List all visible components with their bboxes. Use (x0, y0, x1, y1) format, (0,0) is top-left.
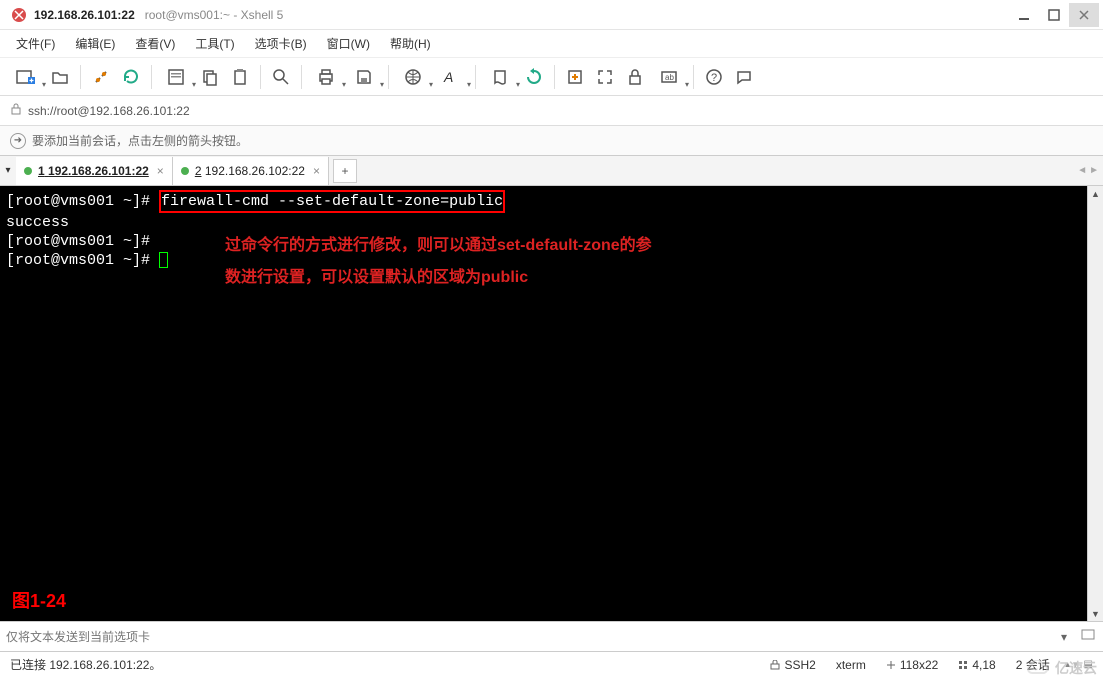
script-button[interactable]: ▾ (482, 63, 518, 91)
toolbar: ▾ ▾ ▾ ▾ ▾ A▾ ▾ ab▾ ? (0, 58, 1103, 96)
open-button[interactable] (46, 63, 74, 91)
tab-bar: ▾ 1 192.168.26.101:22 × 2 192.168.26.102… (0, 156, 1103, 186)
reconnect-button[interactable] (117, 63, 145, 91)
svg-text:A: A (443, 69, 453, 85)
minimize-button[interactable] (1009, 3, 1039, 27)
resize-icon (886, 660, 896, 670)
menubar: 文件(F) 编辑(E) 查看(V) 工具(T) 选项卡(B) 窗口(W) 帮助(… (0, 30, 1103, 58)
fullscreen-button[interactable] (591, 63, 619, 91)
status-cursor-pos: 4,18 (958, 658, 995, 672)
svg-text:∞: ∞ (1033, 666, 1038, 673)
close-button[interactable] (1069, 3, 1099, 27)
vertical-scrollbar[interactable]: ▲ ▼ (1087, 186, 1103, 621)
tab-scroll-right-icon[interactable]: ► (1089, 165, 1099, 176)
grid-icon (958, 660, 968, 670)
disconnect-button[interactable] (87, 63, 115, 91)
status-dot-icon (181, 167, 189, 175)
annotation-line1: 过命令行的方式进行修改，则可以通过set-default-zone的参 (225, 236, 652, 255)
watermark: ∞ 亿速云 (1025, 658, 1097, 678)
scroll-up-icon[interactable]: ▲ (1088, 186, 1103, 201)
font-button[interactable]: A▾ (433, 63, 469, 91)
input-target-icon[interactable] (1079, 628, 1097, 645)
status-dot-icon (24, 167, 32, 175)
highlighted-command: firewall-cmd --set-default-zone=public (159, 190, 505, 213)
new-session-button[interactable]: ▾ (8, 63, 44, 91)
address-url[interactable]: ssh://root@192.168.26.101:22 (28, 104, 190, 118)
lock-icon (10, 103, 22, 118)
window-title-sub: root@vms001:~ - Xshell 5 (145, 8, 284, 22)
menu-tools[interactable]: 工具(T) (189, 33, 240, 54)
terminal-area: [root@vms001 ~]# firewall-cmd --set-defa… (0, 186, 1103, 621)
paste-button[interactable] (226, 63, 254, 91)
save-button[interactable]: ▾ (346, 63, 382, 91)
tab-list-dropdown[interactable]: ▾ (0, 165, 16, 176)
status-size: 118x22 (886, 658, 938, 672)
add-tab-button[interactable]: + (333, 159, 357, 183)
menu-edit[interactable]: 编辑(E) (69, 33, 121, 54)
tab-scroll-left-icon[interactable]: ◄ (1077, 165, 1087, 176)
menu-file[interactable]: 文件(F) (10, 33, 61, 54)
tip-text: 要添加当前会话，点击左侧的箭头按钮。 (32, 132, 248, 149)
tab-close-icon[interactable]: × (157, 164, 164, 178)
copy-button[interactable] (196, 63, 224, 91)
lock-button[interactable] (621, 63, 649, 91)
tab-close-icon[interactable]: × (313, 164, 320, 178)
terminal-output[interactable]: [root@vms001 ~]# firewall-cmd --set-defa… (0, 186, 1087, 621)
annotation-line2: 数进行设置，可以设置默认的区域为public (225, 268, 528, 287)
lock-icon (770, 660, 780, 670)
session-tab-2[interactable]: 2 192.168.26.102:22 × (173, 157, 329, 185)
address-bar: ssh://root@192.168.26.101:22 (0, 96, 1103, 126)
window-titlebar: 192.168.26.101:22 root@vms001:~ - Xshell… (0, 0, 1103, 30)
status-term-type: xterm (836, 658, 866, 672)
search-button[interactable] (267, 63, 295, 91)
status-bar: 已连接 192.168.26.101:22。 SSH2 xterm 118x22… (0, 651, 1103, 677)
status-connection: 已连接 192.168.26.101:22。 (10, 656, 161, 673)
menu-tabs[interactable]: 选项卡(B) (249, 33, 313, 54)
menu-view[interactable]: 查看(V) (129, 33, 181, 54)
tip-arrow-icon[interactable]: ➜ (10, 133, 26, 149)
scroll-down-icon[interactable]: ▼ (1088, 606, 1103, 621)
help-button[interactable]: ? (700, 63, 728, 91)
status-protocol: SSH2 (770, 658, 815, 672)
command-input[interactable] (6, 630, 1049, 644)
cursor-icon (159, 252, 168, 268)
properties-button[interactable]: ▾ (158, 63, 194, 91)
menu-help[interactable]: 帮助(H) (384, 33, 437, 54)
app-logo-icon (10, 6, 28, 24)
menu-window[interactable]: 窗口(W) (321, 33, 376, 54)
encoding-button[interactable]: ab▾ (651, 63, 687, 91)
print-button[interactable]: ▾ (308, 63, 344, 91)
window-title-host: 192.168.26.101:22 (34, 8, 135, 22)
refresh-button[interactable] (520, 63, 548, 91)
xftp-button[interactable] (561, 63, 589, 91)
session-tab-1[interactable]: 1 192.168.26.101:22 × (16, 157, 173, 185)
web-button[interactable]: ▾ (395, 63, 431, 91)
tip-bar: ➜ 要添加当前会话，点击左侧的箭头按钮。 (0, 126, 1103, 156)
command-input-bar: ▾ (0, 621, 1103, 651)
maximize-button[interactable] (1039, 3, 1069, 27)
figure-label: 图1-24 (12, 592, 66, 611)
cloud-icon: ∞ (1025, 660, 1051, 676)
input-dropdown-icon[interactable]: ▾ (1055, 630, 1073, 644)
svg-text:ab: ab (665, 73, 674, 82)
svg-text:?: ? (711, 72, 717, 84)
chat-button[interactable] (730, 63, 758, 91)
